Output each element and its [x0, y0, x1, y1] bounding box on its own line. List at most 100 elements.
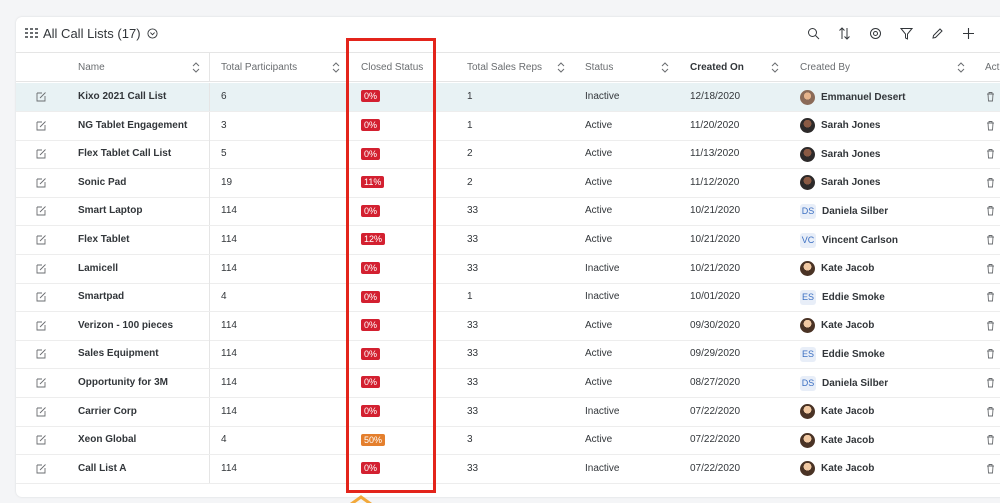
table-row[interactable]: Opportunity for 3M 114 0% 33 Active 08/27/202…	[16, 369, 1000, 398]
search-button[interactable]	[798, 25, 829, 42]
delete-icon[interactable]	[985, 263, 996, 274]
table-row[interactable]: Lamicell 114 0% 33 Inactive 10/21/2020 Kate Ja…	[16, 254, 1000, 284]
table-title[interactable]: All Call Lists (17)	[25, 26, 158, 41]
closed-status-badge: 0%	[361, 147, 381, 160]
table-row[interactable]: Flex Tablet 114 12% 33 Active 10/21/2020 VC Vin…	[16, 226, 1000, 255]
call-list-name[interactable]: Flex Tablet Call List	[78, 140, 171, 168]
delete-icon[interactable]	[985, 205, 996, 216]
total-sales-reps: 33	[467, 262, 479, 274]
created-by[interactable]: Kate Jacob	[800, 426, 874, 454]
edit-row-icon[interactable]	[36, 434, 47, 445]
column-header-created-on[interactable]: Created On	[690, 53, 744, 82]
call-list-name[interactable]: Kixo 2021 Call List	[78, 83, 166, 111]
edit-row-icon[interactable]	[36, 463, 47, 474]
delete-icon[interactable]	[985, 91, 996, 102]
table-row[interactable]: Smartpad 4 0% 1 Inactive 10/01/2020 ES Eddie Sm…	[16, 283, 1000, 313]
call-list-name[interactable]: NG Tablet Engagement	[78, 112, 187, 140]
sort-toggle-icon[interactable]	[192, 62, 200, 73]
add-icon	[963, 28, 974, 39]
call-list-name[interactable]: Smartpad	[78, 283, 124, 311]
call-list-name[interactable]: Flex Tablet	[78, 226, 130, 254]
delete-icon[interactable]	[985, 177, 996, 188]
call-list-name[interactable]: Opportunity for 3M	[78, 369, 168, 397]
table-row[interactable]: Sonic Pad 19 11% 2 Active 11/12/2020 Sarah Jon…	[16, 168, 1000, 198]
created-by[interactable]: DS Daniela Silber	[800, 369, 888, 397]
edit-row-icon[interactable]	[36, 234, 47, 245]
created-by[interactable]: DS Daniela Silber	[800, 197, 888, 225]
created-by[interactable]: Kate Jacob	[800, 455, 874, 483]
call-list-name[interactable]: Verizon - 100 pieces	[78, 312, 173, 340]
delete-icon[interactable]	[985, 377, 996, 388]
column-header-status[interactable]: Status	[585, 53, 613, 82]
table-row[interactable]: Flex Tablet Call List 5 0% 2 Active 11/13/202…	[16, 140, 1000, 170]
created-by[interactable]: Sarah Jones	[800, 112, 880, 140]
delete-icon[interactable]	[985, 320, 996, 331]
settings-button[interactable]	[860, 25, 891, 42]
created-by[interactable]: ES Eddie Smoke	[800, 283, 885, 311]
call-list-name[interactable]: Xeon Global	[78, 426, 136, 454]
column-divider	[209, 426, 210, 455]
table-row[interactable]: Kixo 2021 Call List 6 0% 1 Inactive 12/18/202…	[16, 83, 1000, 112]
call-list-name[interactable]: Lamicell	[78, 255, 118, 283]
column-header-sales-reps[interactable]: Total Sales Reps	[467, 53, 542, 82]
column-header-closed-status[interactable]: Closed Status	[361, 53, 423, 82]
table-row[interactable]: Xeon Global 4 50% 3 Active 07/22/2020 Kate Jac…	[16, 426, 1000, 456]
add-button[interactable]	[953, 25, 984, 42]
edit-row-icon[interactable]	[36, 120, 47, 131]
sort-toggle-icon[interactable]	[557, 62, 565, 73]
edit-row-icon[interactable]	[36, 291, 47, 302]
total-sales-reps: 33	[467, 319, 479, 331]
closed-status-cell: 0%	[361, 369, 381, 397]
sort-toggle-icon[interactable]	[771, 62, 779, 73]
column-header-participants[interactable]: Total Participants	[221, 53, 297, 82]
sort-toggle-icon[interactable]	[332, 62, 340, 73]
delete-icon[interactable]	[985, 348, 996, 359]
edit-row-icon[interactable]	[36, 348, 47, 359]
sort-toggle-icon[interactable]	[661, 62, 669, 73]
created-by[interactable]: Sarah Jones	[800, 140, 880, 168]
edit-button[interactable]	[922, 25, 953, 42]
created-by[interactable]: VC Vincent Carlson	[800, 226, 898, 254]
delete-icon[interactable]	[985, 148, 996, 159]
column-header-created-by[interactable]: Created By	[800, 53, 850, 82]
delete-icon[interactable]	[985, 434, 996, 445]
created-by[interactable]: Kate Jacob	[800, 398, 874, 426]
column-header-name[interactable]: Name	[78, 53, 105, 82]
call-list-name[interactable]: Call List A	[78, 455, 127, 483]
table-row[interactable]: Verizon - 100 pieces 114 0% 33 Active 09/30/2…	[16, 311, 1000, 341]
table-row[interactable]: Sales Equipment 114 0% 33 Active 09/29/2020 ES…	[16, 340, 1000, 370]
table-row[interactable]: Call List A 114 0% 33 Inactive 07/22/2020 Kate…	[16, 454, 1000, 484]
created-by[interactable]: Kate Jacob	[800, 312, 874, 340]
sort-button[interactable]	[829, 25, 860, 42]
created-by[interactable]: Kate Jacob	[800, 255, 874, 283]
chevron-down-icon[interactable]	[146, 28, 158, 39]
call-list-name[interactable]: Smart Laptop	[78, 197, 142, 225]
call-list-name[interactable]: Carrier Corp	[78, 398, 137, 426]
edit-row-icon[interactable]	[36, 205, 47, 216]
delete-icon[interactable]	[985, 463, 996, 474]
total-sales-reps: 33	[467, 234, 479, 245]
table-row[interactable]: NG Tablet Engagement 3 0% 1 Active 11/20/2020…	[16, 111, 1000, 141]
created-by[interactable]: Sarah Jones	[800, 169, 880, 197]
call-list-name[interactable]: Sales Equipment	[78, 340, 159, 368]
edit-row-icon[interactable]	[36, 91, 47, 102]
filter-button[interactable]	[891, 25, 922, 42]
delete-icon[interactable]	[985, 291, 996, 302]
edit-row-icon[interactable]	[36, 148, 47, 159]
edit-row-icon[interactable]	[36, 406, 47, 417]
edit-row-icon[interactable]	[36, 177, 47, 188]
created-by[interactable]: Emmanuel Desert	[800, 83, 905, 111]
created-by-name: Eddie Smoke	[822, 348, 885, 360]
created-by[interactable]: ES Eddie Smoke	[800, 340, 885, 368]
delete-icon[interactable]	[985, 406, 996, 417]
table-row[interactable]: Smart Laptop 114 0% 33 Active 10/21/2020 DS Dan…	[16, 197, 1000, 227]
edit-row-icon[interactable]	[36, 263, 47, 274]
edit-row-icon[interactable]	[36, 377, 47, 388]
delete-icon[interactable]	[985, 234, 996, 245]
table-row[interactable]: Carrier Corp 114 0% 33 Inactive 07/22/2020 Kat…	[16, 397, 1000, 427]
delete-icon[interactable]	[985, 120, 996, 131]
sort-toggle-icon[interactable]	[957, 62, 965, 73]
edit-row-icon[interactable]	[36, 320, 47, 331]
call-list-name[interactable]: Sonic Pad	[78, 169, 126, 197]
created-on-date: 11/20/2020	[690, 119, 740, 131]
